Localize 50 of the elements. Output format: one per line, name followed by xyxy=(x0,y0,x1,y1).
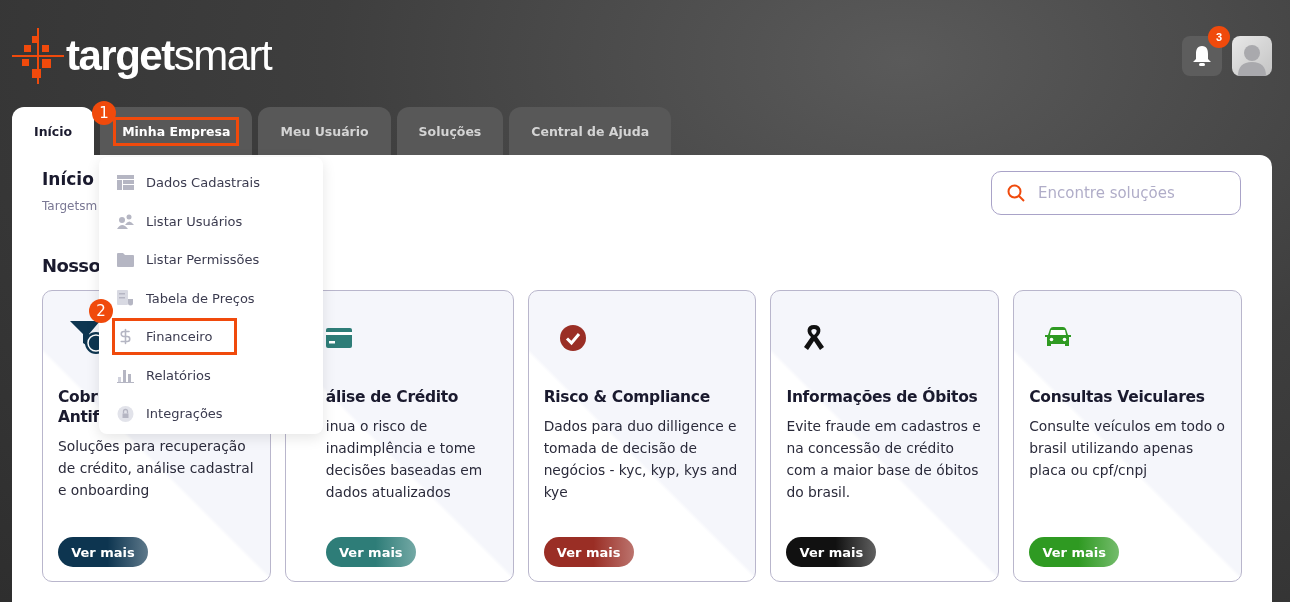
logo-mark xyxy=(12,28,64,84)
card-description: Soluções para recuperação de crédito, análise cadastral e onboarding xyxy=(58,437,255,500)
page-title: Início xyxy=(42,169,95,189)
see-more-button[interactable]: Ver mais xyxy=(543,537,634,567)
step-marker: 2 xyxy=(89,299,113,323)
menu-item[interactable]: Tabela de Preços xyxy=(115,282,277,314)
card-description: Dados para duo dilligence e tomada de decisão de negócios - kyc, kyp, kys and kye xyxy=(543,417,739,502)
bell-icon xyxy=(1192,45,1212,67)
credit-card-icon xyxy=(325,328,352,348)
document-icon xyxy=(117,290,134,306)
menu-item[interactable]: Integrações xyxy=(115,398,245,429)
menu-item[interactable]: Listar Usuários xyxy=(115,205,265,237)
nav-tab[interactable]: Início xyxy=(12,107,95,155)
section-title: Nosso xyxy=(42,255,101,276)
breadcrumb: Targetsm xyxy=(42,199,98,213)
car-icon xyxy=(1045,327,1072,349)
person-icon xyxy=(1236,42,1268,76)
search-icon xyxy=(1007,184,1025,202)
nav-tab[interactable]: Central de Ajuda xyxy=(509,107,672,155)
logo-wordmark: targetsmart xyxy=(66,35,272,77)
card-title: Informações de Óbitos xyxy=(786,387,978,407)
menu-item[interactable]: Financeiro xyxy=(115,321,235,352)
card-title: Cobr xyxy=(58,387,98,407)
card-title: álise de Crédito xyxy=(325,387,459,407)
card-description: Evite fraude em cadastros e na concessão de crédito com a maior base de óbitos do brasil. xyxy=(786,417,982,502)
see-more-button[interactable]: Ver mais xyxy=(1029,537,1120,567)
card-title: Antif xyxy=(58,407,99,427)
see-more-button[interactable]: Ver mais xyxy=(58,537,148,567)
see-more-button[interactable]: Ver mais xyxy=(786,537,877,567)
bar-chart-icon xyxy=(117,367,134,383)
lock-icon xyxy=(117,405,134,422)
folder-icon xyxy=(117,252,134,267)
card-title: Risco & Compliance xyxy=(543,387,710,407)
search-field[interactable]: Encontre soluções xyxy=(991,171,1241,215)
card-title: Consultas Veiculares xyxy=(1029,387,1205,407)
user-avatar[interactable] xyxy=(1232,36,1272,76)
menu-item[interactable]: Dados Cadastrais xyxy=(115,167,282,198)
card-description: inua o risco de inadimplência e tome decisões baseadas em dados atualizados xyxy=(325,417,484,502)
step-marker: 1 xyxy=(92,101,117,125)
nav-tab[interactable]: Soluções xyxy=(396,107,504,155)
menu-item[interactable]: Relatórios xyxy=(115,359,233,391)
check-circle-icon xyxy=(559,325,586,351)
see-more-button[interactable]: Ver mais xyxy=(325,537,416,567)
table-icon xyxy=(117,175,134,190)
card-description: Consulte veículos em todo o brasil utilizando apenas placa ou cpf/cnpj xyxy=(1029,417,1226,480)
nav-tab[interactable]: Meu Usuário xyxy=(258,107,391,155)
notification-badge: 3 xyxy=(1208,26,1230,48)
ribbon-icon xyxy=(802,325,827,351)
users-icon xyxy=(117,213,134,229)
menu-item[interactable]: Listar Permissões xyxy=(115,244,282,275)
